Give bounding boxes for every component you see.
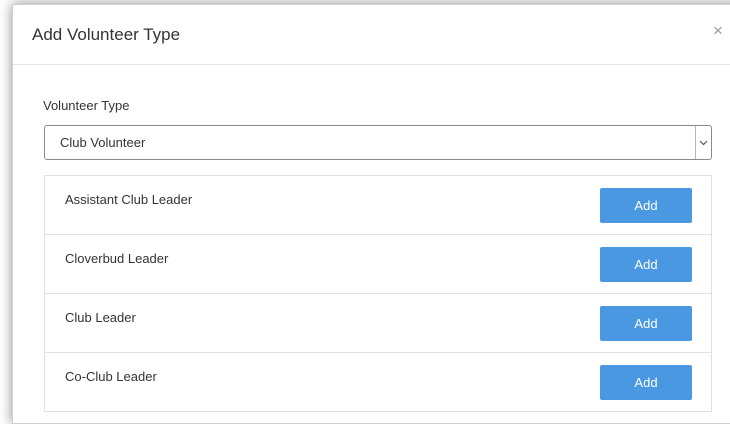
close-button[interactable]: × bbox=[713, 21, 723, 41]
chevron-down-icon bbox=[695, 126, 711, 159]
dialog-header: Add Volunteer Type bbox=[13, 5, 730, 65]
volunteer-role-list: Assistant Club Leader Add Cloverbud Lead… bbox=[44, 175, 712, 412]
list-item: Assistant Club Leader Add bbox=[45, 176, 711, 235]
volunteer-type-select[interactable]: Club Volunteer bbox=[44, 125, 712, 160]
volunteer-type-selected-value: Club Volunteer bbox=[60, 135, 146, 150]
role-label: Co-Club Leader bbox=[65, 369, 157, 384]
add-club-leader-button[interactable]: Add bbox=[600, 306, 692, 341]
role-label: Assistant Club Leader bbox=[65, 192, 193, 207]
role-label: Club Leader bbox=[65, 310, 136, 325]
volunteer-type-label: Volunteer Type bbox=[43, 98, 130, 113]
add-cloverbud-leader-button[interactable]: Add bbox=[600, 247, 692, 282]
list-item: Co-Club Leader Add bbox=[45, 353, 711, 412]
list-item: Club Leader Add bbox=[45, 294, 711, 353]
dialog-title: Add Volunteer Type bbox=[32, 25, 181, 44]
add-volunteer-type-dialog: Add Volunteer Type × Volunteer Type Club… bbox=[12, 4, 730, 424]
add-assistant-club-leader-button[interactable]: Add bbox=[600, 188, 692, 223]
list-item: Cloverbud Leader Add bbox=[45, 235, 711, 294]
add-co-club-leader-button[interactable]: Add bbox=[600, 365, 692, 400]
role-label: Cloverbud Leader bbox=[65, 251, 169, 266]
